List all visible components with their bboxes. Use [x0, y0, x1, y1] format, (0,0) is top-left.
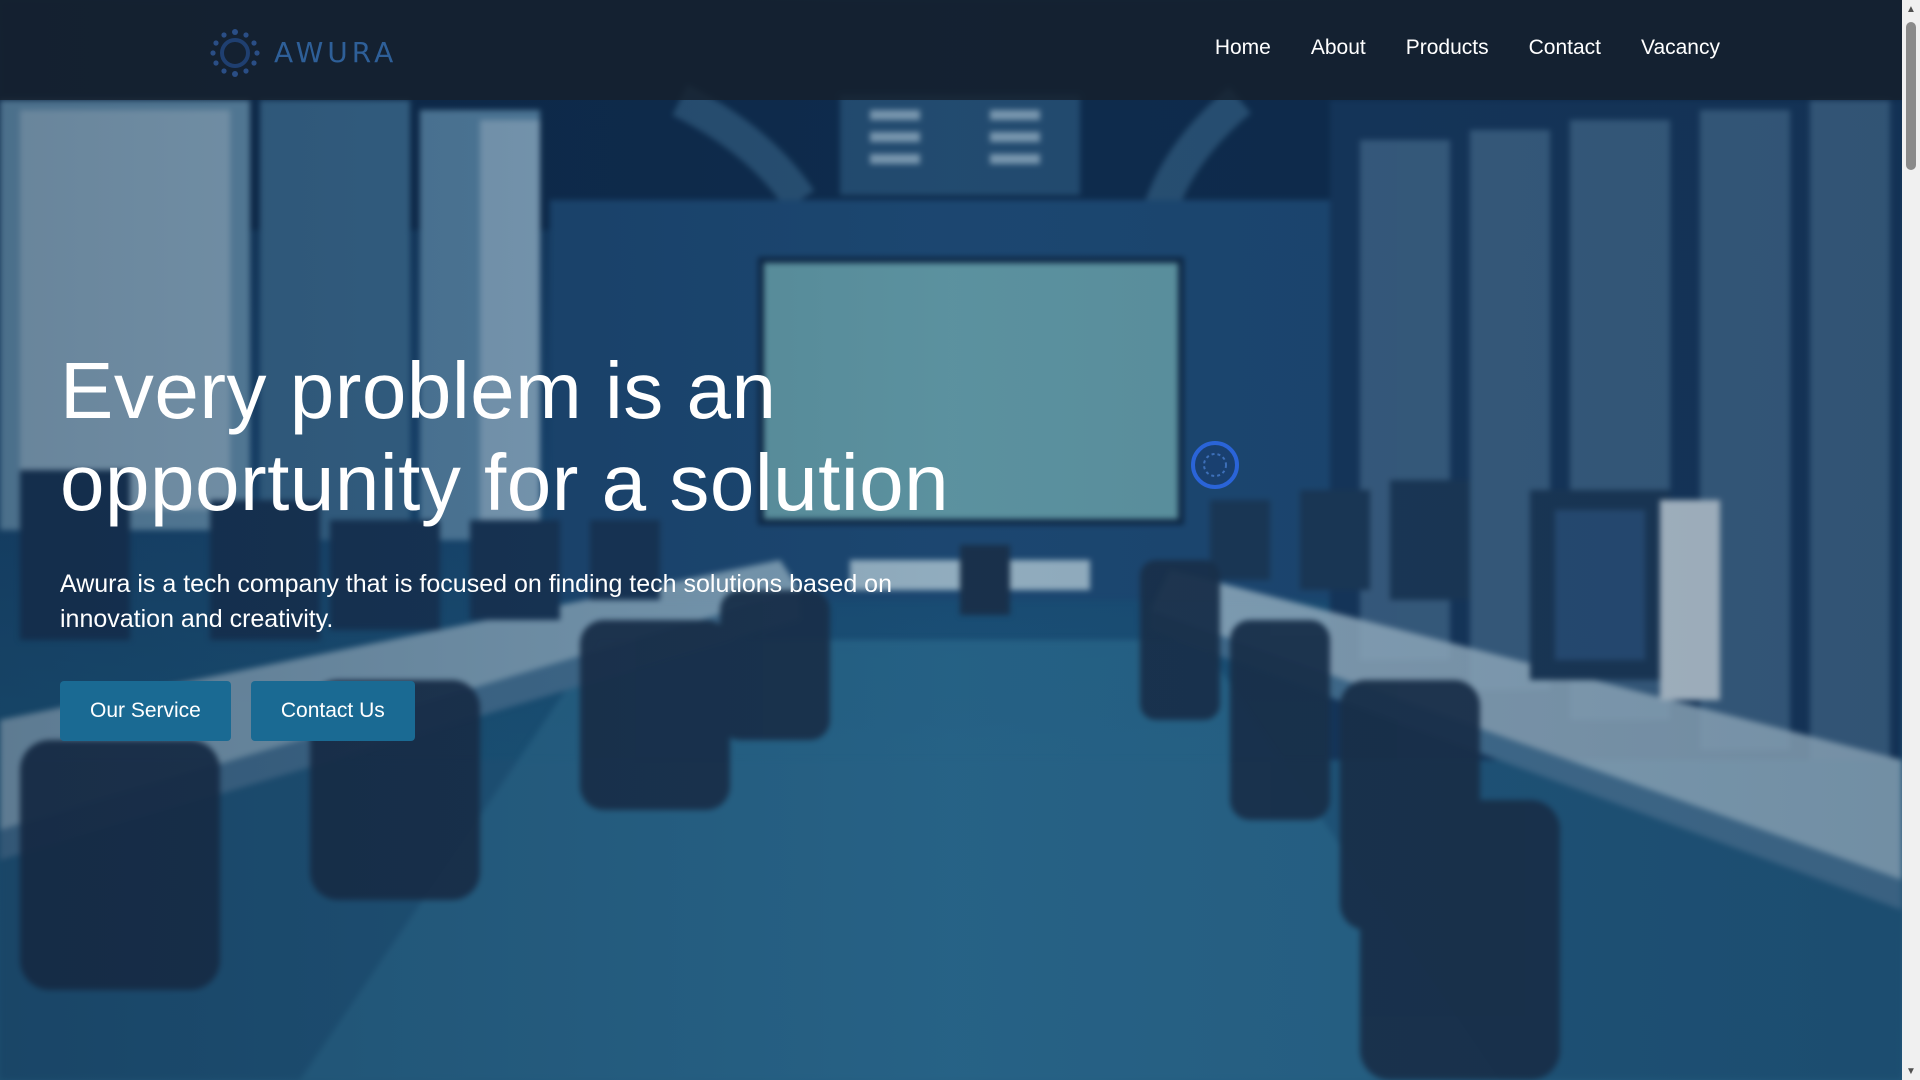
- logo[interactable]: AWURA: [206, 26, 397, 78]
- chevron-down-icon[interactable]: ▼: [1902, 1062, 1920, 1080]
- hero-title: Every problem is an opportunity for a so…: [60, 346, 950, 527]
- nav-products[interactable]: Products: [1406, 36, 1489, 60]
- page-scrollbar[interactable]: ▲ ▼: [1902, 0, 1920, 1080]
- hero-section: Every problem is an opportunity for a so…: [60, 345, 1020, 741]
- scroll-thumb[interactable]: [1906, 22, 1916, 170]
- main-nav: Home About Products Contact Vacancy: [1215, 36, 1720, 60]
- nav-about[interactable]: About: [1311, 36, 1366, 60]
- hero-subtitle: Awura is a tech company that is focused …: [60, 570, 892, 633]
- nav-home[interactable]: Home: [1215, 36, 1271, 60]
- logo-text: AWURA: [274, 35, 398, 69]
- hero-buttons: Our Service Contact Us: [60, 681, 1020, 741]
- landing-page: AWURA Home About Products Contact Vacanc…: [0, 0, 1920, 1080]
- our-service-button[interactable]: Our Service: [60, 681, 231, 741]
- loading-spinner-icon: [1191, 441, 1239, 489]
- site-header: AWURA Home About Products Contact Vacanc…: [0, 0, 1902, 100]
- chevron-up-icon[interactable]: ▲: [1902, 0, 1920, 18]
- contact-us-button[interactable]: Contact Us: [250, 681, 415, 741]
- nav-vacancy[interactable]: Vacancy: [1641, 36, 1720, 60]
- awura-logo-icon: [210, 29, 260, 77]
- nav-contact[interactable]: Contact: [1529, 36, 1601, 60]
